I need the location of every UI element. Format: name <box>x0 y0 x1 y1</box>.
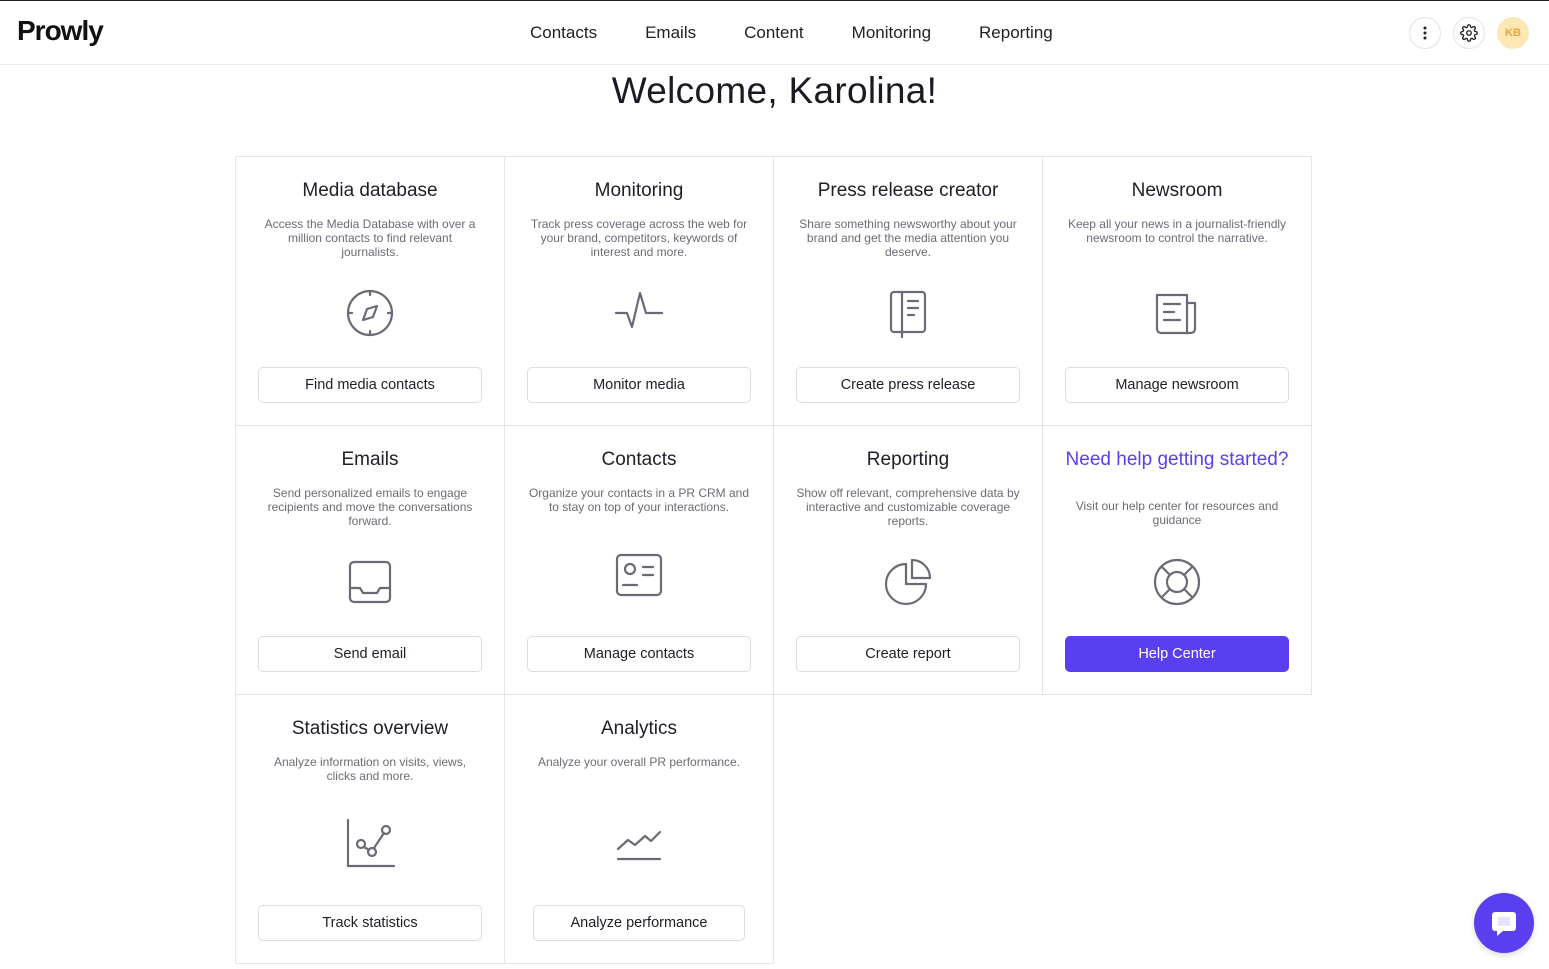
card-title: Media database <box>302 180 438 201</box>
document-icon <box>889 290 927 339</box>
card-press-release-creator: Press release creator Share something ne… <box>774 157 1043 426</box>
compass-icon <box>346 289 394 337</box>
card-description: Share something newsworthy about your br… <box>799 217 1017 259</box>
card-title: Reporting <box>866 449 950 470</box>
card-title: Press release creator <box>817 180 999 201</box>
card-media-database: Media database Access the Media Database… <box>236 157 505 426</box>
user-avatar[interactable]: KB <box>1497 17 1529 49</box>
chat-support-button[interactable] <box>1474 893 1534 953</box>
manage-newsroom-button[interactable]: Manage newsroom <box>1065 367 1289 403</box>
card-title: Contacts <box>601 449 677 470</box>
card-contacts: Contacts Organize your contacts in a PR … <box>505 426 774 695</box>
nav-item-monitoring[interactable]: Monitoring <box>852 21 931 45</box>
newspaper-icon <box>1155 293 1197 335</box>
card-description: Visit our help center for resources and … <box>1075 499 1279 527</box>
nav-item-content[interactable]: Content <box>744 21 804 45</box>
card-description: Analyze information on visits, views, cl… <box>273 755 467 783</box>
card-statistics-overview: Statistics overview Analyze information … <box>236 695 505 964</box>
card-description: Analyze your overall PR performance. <box>537 755 741 769</box>
prowly-logo[interactable]: Prowly <box>17 15 104 47</box>
card-title: Statistics overview <box>291 718 449 739</box>
feature-grid: Media database Access the Media Database… <box>235 156 1312 964</box>
main-nav: Contacts Emails Content Monitoring Repor… <box>530 21 1053 45</box>
inbox-icon <box>348 560 392 604</box>
scatter-chart-icon <box>346 818 396 868</box>
card-title: Emails <box>341 449 399 470</box>
card-description: Organize your contacts in a PR CRM and t… <box>528 486 750 514</box>
analyze-performance-button[interactable]: Analyze performance <box>533 905 745 941</box>
card-emails: Emails Send personalized emails to engag… <box>236 426 505 695</box>
pulse-icon <box>614 291 664 329</box>
card-description: Send personalized emails to engage recip… <box>267 486 473 528</box>
card-title: Monitoring <box>594 180 684 201</box>
line-chart-icon <box>616 830 662 861</box>
card-title: Need help getting started? <box>1065 449 1289 470</box>
top-navigation-bar: Prowly Contacts Emails Content Monitorin… <box>0 0 1549 65</box>
card-description: Access the Media Database with over a mi… <box>264 217 476 259</box>
card-analytics: Analytics Analyze your overall PR perfor… <box>505 695 774 964</box>
card-title: Analytics <box>600 718 678 739</box>
card-description: Track press coverage across the web for … <box>530 217 748 259</box>
card-newsroom: Newsroom Keep all your news in a journal… <box>1043 157 1312 426</box>
card-help: Need help getting started? Visit our hel… <box>1043 426 1312 695</box>
nav-item-reporting[interactable]: Reporting <box>979 21 1053 45</box>
header-actions: KB <box>1397 17 1529 49</box>
manage-contacts-button[interactable]: Manage contacts <box>527 636 751 672</box>
monitor-media-button[interactable]: Monitor media <box>527 367 751 403</box>
nav-item-emails[interactable]: Emails <box>645 21 696 45</box>
help-center-button[interactable]: Help Center <box>1065 636 1289 672</box>
create-report-button[interactable]: Create report <box>796 636 1020 672</box>
welcome-heading: Welcome, Karolina! <box>611 70 938 111</box>
gear-icon <box>1460 24 1478 42</box>
find-media-contacts-button[interactable]: Find media contacts <box>258 367 482 403</box>
create-press-release-button[interactable]: Create press release <box>796 367 1020 403</box>
settings-button[interactable] <box>1453 17 1485 49</box>
send-email-button[interactable]: Send email <box>258 636 482 672</box>
card-description: Keep all your news in a journalist-frien… <box>1067 217 1287 245</box>
card-title: Newsroom <box>1131 180 1223 201</box>
contact-card-icon <box>615 553 663 597</box>
more-options-button[interactable] <box>1409 17 1441 49</box>
card-reporting: Reporting Show off relevant, comprehensi… <box>774 426 1043 695</box>
chat-bubble-icon <box>1492 912 1516 936</box>
card-monitoring: Monitoring Track press coverage across t… <box>505 157 774 426</box>
more-vertical-icon <box>1423 26 1427 40</box>
lifebuoy-icon <box>1153 558 1201 606</box>
track-statistics-button[interactable]: Track statistics <box>258 905 482 941</box>
pie-chart-icon <box>884 558 932 606</box>
nav-item-contacts[interactable]: Contacts <box>530 21 597 45</box>
card-description: Show off relevant, comprehensive data by… <box>796 486 1020 528</box>
